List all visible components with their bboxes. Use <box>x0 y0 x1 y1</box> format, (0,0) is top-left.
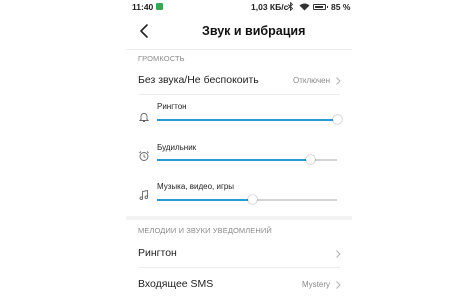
sound-settings-screen: 11:40 1,03 КБ/с 85 % Звук и вибрация ГРО… <box>126 0 352 296</box>
section-header-volume: ГРОМКОСТЬ <box>138 54 185 63</box>
title-bar: Звук и вибрация <box>126 16 352 46</box>
section-header-notifications: МЕЛОДИИ И ЗВУКИ УВЕДОМЛЕНИЙ <box>138 226 272 235</box>
sms-label: Входящее SMS <box>138 278 214 290</box>
battery-percent: 85 % <box>331 2 351 12</box>
page-title: Звук и вибрация <box>202 24 306 38</box>
divider <box>126 49 352 50</box>
notification-icon <box>156 3 163 10</box>
dnd-value: Отключен <box>292 76 330 85</box>
music-note-icon <box>139 189 149 200</box>
network-speed: 1,03 КБ/с <box>251 2 289 12</box>
sms-row[interactable]: Входящее SMS Mystery <box>126 274 352 296</box>
alarm-volume: Будильник <box>126 141 352 173</box>
bell-icon <box>138 113 150 122</box>
ringtone-volume: Рингтон <box>126 100 352 132</box>
media-volume-slider[interactable] <box>157 195 337 205</box>
wifi-icon <box>299 3 310 13</box>
dnd-label: Без звука/Не беспокоить <box>138 74 259 86</box>
status-bar: 11:40 1,03 КБ/с 85 % <box>126 0 352 14</box>
slider-thumb[interactable] <box>305 155 315 164</box>
divider <box>138 94 340 95</box>
ringtone-row[interactable]: Рингтон <box>126 243 352 265</box>
chevron-right-icon <box>336 281 341 289</box>
ringtone-label: Рингтон <box>138 247 177 259</box>
section-divider <box>126 216 352 220</box>
status-time: 11:40 <box>132 2 154 12</box>
alarm-volume-slider[interactable] <box>157 155 337 165</box>
back-button[interactable] <box>134 20 156 42</box>
chevron-right-icon <box>336 250 341 258</box>
chevron-right-icon <box>336 77 341 85</box>
ringtone-volume-slider[interactable] <box>157 115 342 125</box>
slider-fill <box>157 159 310 161</box>
alarm-clock-icon <box>139 151 149 161</box>
slider-fill <box>157 199 253 201</box>
bluetooth-icon <box>287 1 294 13</box>
media-volume-label: Музыка, видео, игры <box>157 182 235 191</box>
slider-thumb[interactable] <box>247 195 257 204</box>
back-arrow-icon <box>140 24 148 38</box>
sms-value: Mystery <box>302 280 330 289</box>
slider-fill <box>157 119 337 121</box>
divider <box>138 267 340 268</box>
slider-thumb[interactable] <box>332 115 342 124</box>
ringtone-volume-label: Рингтон <box>157 102 187 111</box>
alarm-volume-label: Будильник <box>157 143 197 152</box>
dnd-row[interactable]: Без звука/Не беспокоить Отключен <box>126 70 352 92</box>
media-volume: Музыка, видео, игры <box>126 180 352 212</box>
battery-icon <box>313 3 328 10</box>
